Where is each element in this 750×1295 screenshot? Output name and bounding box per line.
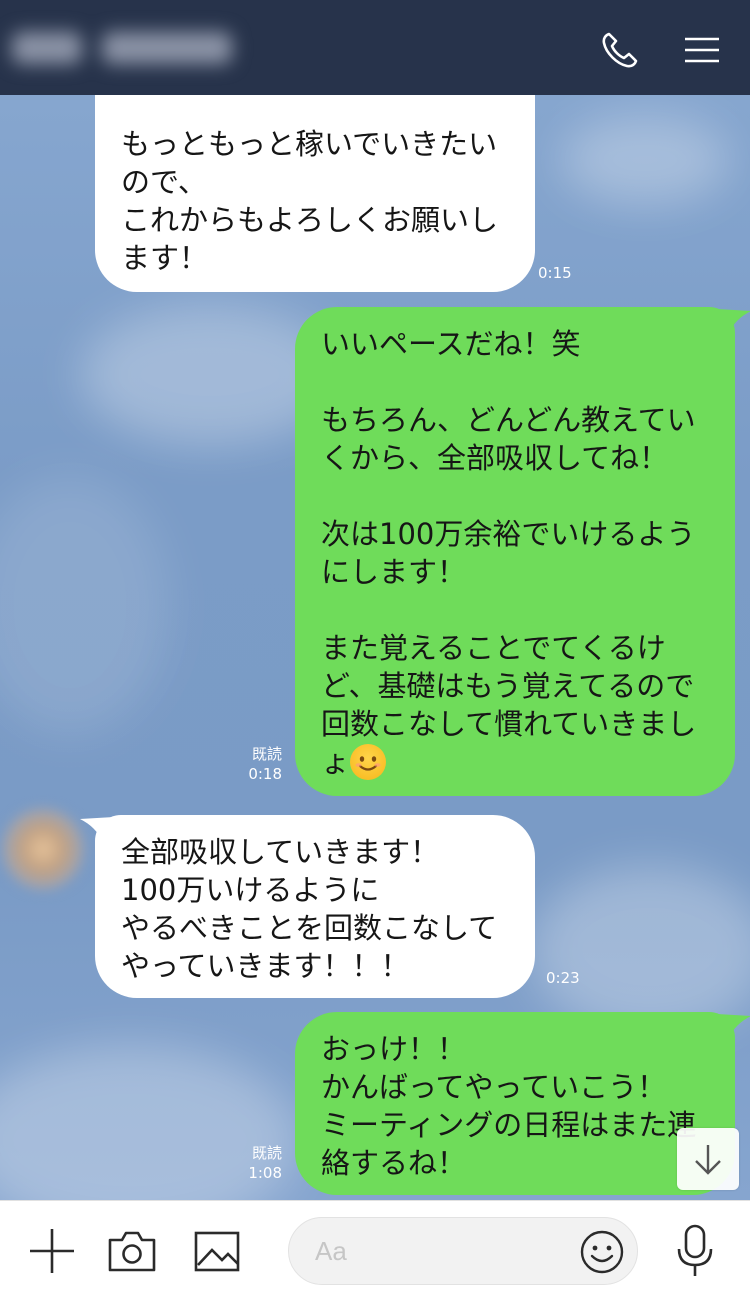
scroll-to-bottom-button[interactable]: [677, 1128, 739, 1190]
message-incoming[interactable]: 全部吸収していきます！ 100万いけるように やるべきことを回数こなして やって…: [95, 815, 535, 998]
chat-header: [0, 0, 750, 95]
read-receipt: 既読: [251, 745, 282, 763]
message-outgoing[interactable]: おっけ！！ かんばってやっていこう！ ミーティングの日程はまた連絡するね！: [295, 1012, 735, 1195]
message-input-bar: [0, 1200, 750, 1295]
message-meta: 0:23: [546, 968, 596, 988]
contact-avatar[interactable]: [2, 808, 84, 890]
smiling-face-emoji-icon: [350, 744, 387, 780]
image-icon[interactable]: [193, 1229, 241, 1273]
message-meta: 既読 1:08: [232, 1143, 282, 1183]
message-time: 1:08: [248, 1164, 282, 1182]
message-time: 0:23: [546, 969, 580, 987]
hamburger-menu-icon[interactable]: [682, 28, 726, 72]
emoji-icon[interactable]: [579, 1229, 625, 1275]
message-time: 0:18: [248, 765, 282, 783]
bubble-tail: [717, 1014, 750, 1038]
message-time: 0:15: [538, 264, 572, 282]
message-text: もっともっと稼いでいきたいので、 これからもよろしくお願いします！: [121, 127, 499, 275]
chat-title-blurred: [12, 22, 262, 74]
message-input-box[interactable]: [288, 1217, 638, 1285]
message-text: おっけ！！ かんばってやっていこう！ ミーティングの日程はまた連絡するね！: [321, 1032, 697, 1180]
read-receipt: 既読: [251, 1144, 282, 1162]
message-outgoing[interactable]: いいペースだね！笑 もちろん、どんどん教えていくから、全部吸収してね！ 次は10…: [295, 307, 735, 796]
plus-icon[interactable]: [28, 1227, 76, 1275]
message-text: いいペースだね！笑 もちろん、どんどん教えていくから、全部吸収してね！ 次は10…: [321, 327, 697, 780]
message-incoming[interactable]: もっともっと稼いでいきたいので、 これからもよろしくお願いします！: [95, 95, 535, 292]
microphone-icon[interactable]: [675, 1223, 715, 1279]
bubble-tail: [717, 309, 750, 333]
arrow-down-icon: [695, 1145, 721, 1175]
message-text: 全部吸収していきます！ 100万いけるように やるべきことを回数こなして やって…: [121, 835, 498, 983]
bubble-tail: [80, 817, 114, 841]
message-input[interactable]: [315, 1218, 575, 1284]
message-meta: 既読 0:18: [232, 744, 282, 784]
camera-icon[interactable]: [107, 1229, 157, 1273]
phone-icon[interactable]: [598, 28, 642, 72]
message-meta: 0:15: [538, 263, 588, 283]
